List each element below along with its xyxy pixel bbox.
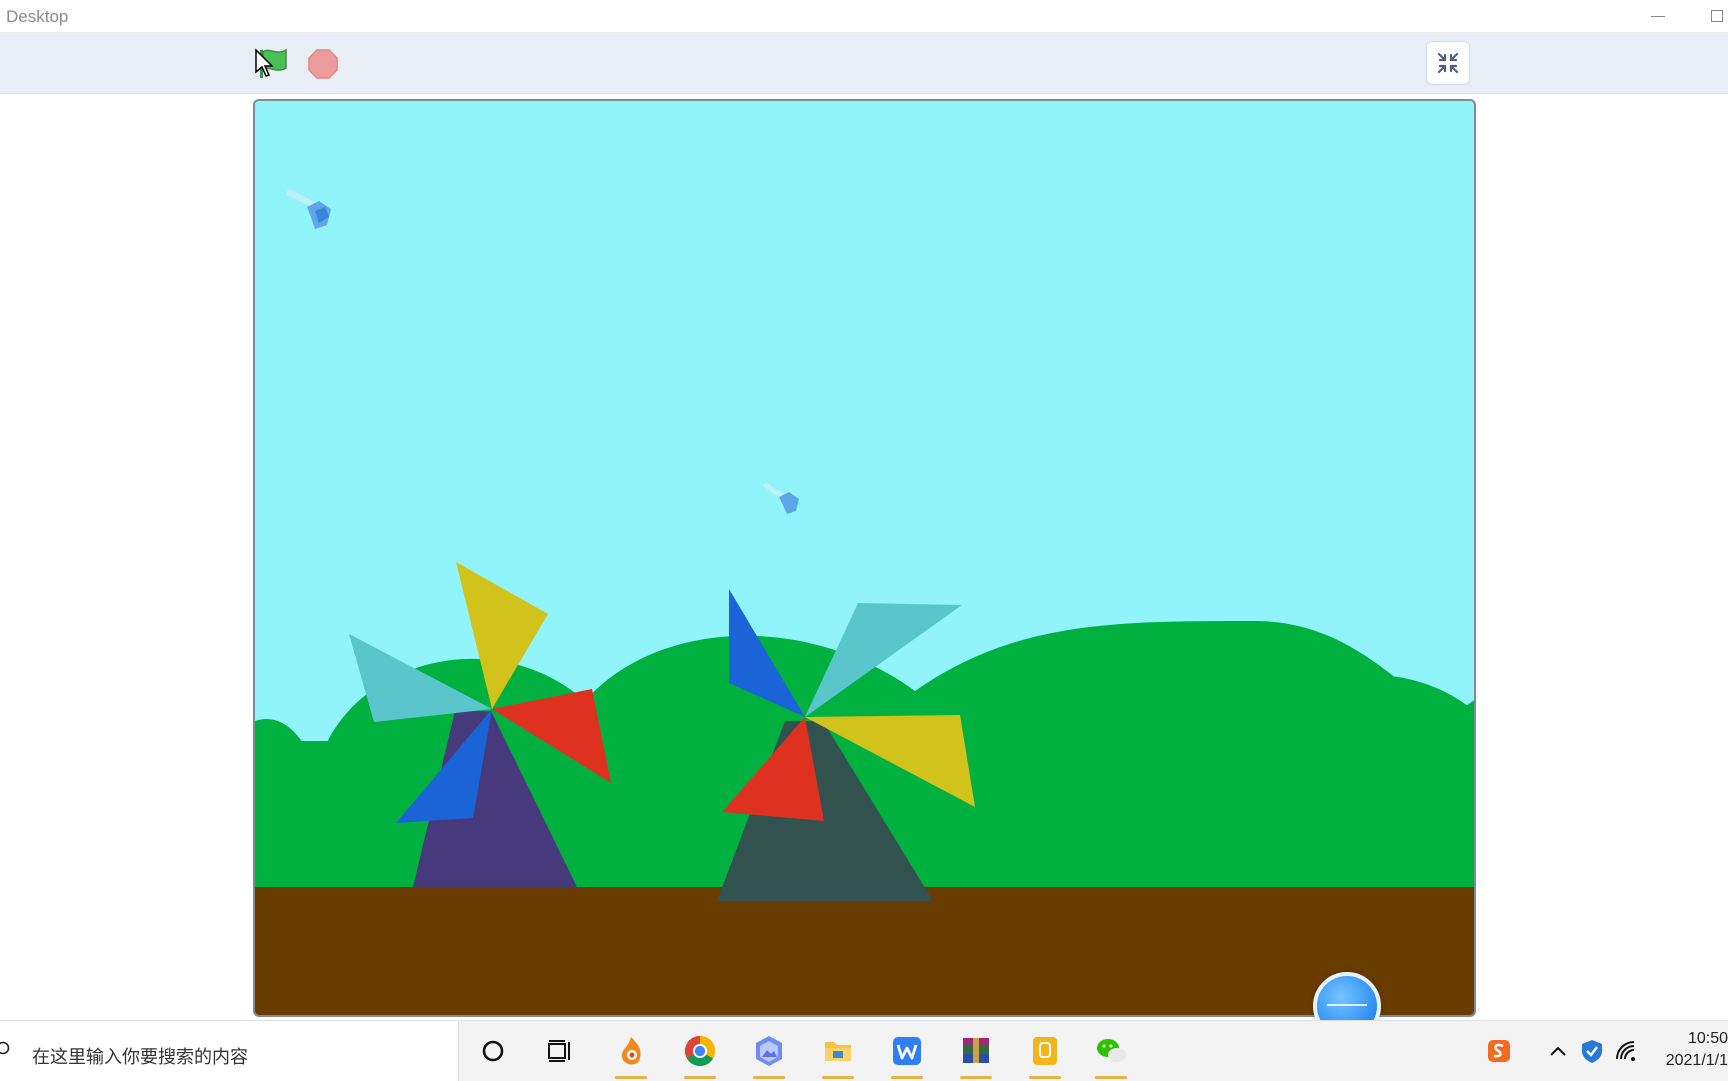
window-title-bar: Desktop	[0, 0, 1728, 33]
stop-icon	[308, 49, 338, 79]
security-shield-icon	[1582, 1040, 1602, 1063]
chrome-icon	[684, 1036, 716, 1067]
green-flag-button[interactable]	[252, 44, 296, 84]
wechat-icon	[1097, 1039, 1126, 1062]
taskbar-app-wps[interactable]	[889, 1033, 925, 1079]
search-placeholder: 在这里输入你要搜索的内容	[32, 1047, 248, 1067]
ground	[255, 887, 1474, 1015]
task-view-button[interactable]	[542, 1033, 578, 1069]
sogou-input-button[interactable]	[1485, 1037, 1513, 1065]
network-tray-button[interactable]	[1612, 1037, 1640, 1065]
taskbar-app-winrar[interactable]	[958, 1033, 994, 1079]
show-hidden-icons-button[interactable]	[1544, 1037, 1572, 1065]
wps-icon	[893, 1037, 921, 1065]
wifi-icon	[1616, 1041, 1635, 1061]
taskbar-app-fire[interactable]	[613, 1033, 649, 1079]
green-flag-icon	[260, 48, 287, 78]
taskbar: 在这里输入你要搜索的内容 10:50 2021/1/1	[0, 1020, 1728, 1081]
notes-icon	[1033, 1037, 1057, 1065]
taskbar-clock[interactable]: 10:50 2021/1/1	[1640, 1028, 1728, 1072]
taskbar-app-chrome[interactable]	[682, 1033, 718, 1079]
exit-fullscreen-icon	[1437, 52, 1459, 74]
minimize-button[interactable]	[1648, 6, 1668, 26]
cortana-icon	[482, 1040, 504, 1062]
taskbar-app-notes[interactable]	[1027, 1033, 1063, 1079]
chevron-up-icon	[1550, 1046, 1566, 1056]
app-fire-icon	[621, 1037, 641, 1065]
sogou-input-icon	[1488, 1040, 1510, 1062]
cortana-button[interactable]	[475, 1033, 511, 1069]
taskbar-app-wechat[interactable]	[1093, 1033, 1129, 1079]
player-controls-bar	[0, 33, 1728, 94]
search-icon	[0, 1041, 10, 1055]
taskbar-app-photos[interactable]	[751, 1033, 787, 1079]
clock-time: 10:50	[1687, 1030, 1728, 1047]
taskbar-app-file-explorer[interactable]	[820, 1033, 856, 1079]
taskbar-search-box[interactable]: 在这里输入你要搜索的内容	[0, 1021, 459, 1081]
stage-canvas	[255, 101, 1474, 1015]
window-title: Desktop	[6, 7, 69, 26]
exit-fullscreen-button[interactable]	[1426, 41, 1470, 85]
maximize-button[interactable]	[1708, 6, 1728, 26]
stop-button[interactable]	[306, 47, 340, 81]
photos-icon	[756, 1036, 782, 1066]
winrar-icon	[963, 1038, 989, 1063]
security-tray-button[interactable]	[1578, 1037, 1606, 1065]
task-view-icon	[548, 1040, 570, 1062]
clock-date: 2021/1/1	[1665, 1052, 1728, 1069]
stage[interactable]	[253, 99, 1476, 1017]
file-explorer-icon	[825, 1042, 851, 1061]
